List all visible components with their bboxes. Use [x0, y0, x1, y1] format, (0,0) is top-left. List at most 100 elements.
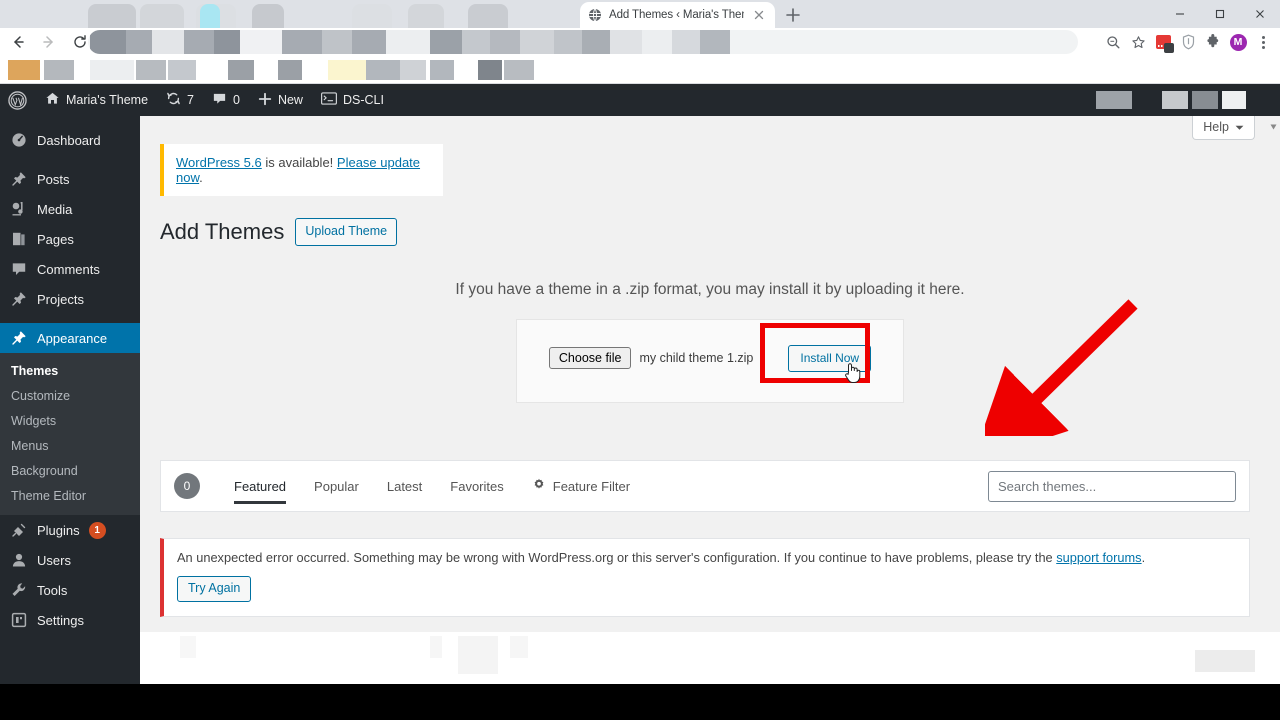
sidebar-item-appearance[interactable]: Appearance — [0, 323, 140, 353]
bottom-black-bar — [0, 684, 1280, 720]
redacted-bookmark-3[interactable] — [90, 60, 134, 80]
redacted-tab-1[interactable] — [88, 4, 136, 28]
redacted-bookmark-7[interactable] — [278, 60, 302, 80]
admin-bar-new[interactable]: New — [249, 84, 312, 116]
close-icon[interactable] — [751, 7, 767, 23]
admin-bar-site-name[interactable]: Maria's Theme — [36, 84, 157, 116]
wordpress-logo-icon[interactable] — [0, 84, 36, 116]
redacted-bookmark-8[interactable] — [328, 60, 366, 80]
sidebar-item-comments[interactable]: Comments — [0, 254, 140, 284]
scrollbar-thumb[interactable] — [1270, 118, 1277, 130]
sidebar-item-users[interactable]: Users — [0, 545, 140, 575]
sidebar-item-media[interactable]: Media — [0, 194, 140, 224]
minimize-icon[interactable] — [1160, 0, 1200, 28]
redacted-adminbar-5[interactable] — [1222, 91, 1246, 109]
dscli-label: DS-CLI — [342, 93, 384, 107]
redacted-bookmark-5[interactable] — [168, 60, 196, 80]
redacted-bookmark-11[interactable] — [430, 60, 454, 80]
sidebar-item-settings[interactable]: Settings — [0, 605, 140, 635]
submenu-item-themes[interactable]: Themes — [0, 358, 140, 383]
redacted-bookmark-10[interactable] — [400, 60, 426, 80]
redacted-tab-4[interactable] — [252, 4, 284, 28]
browser-tab-active[interactable]: Add Themes ‹ Maria's Theme — — [580, 2, 775, 28]
puzzle-extensions-icon[interactable] — [1202, 31, 1224, 53]
tab-latest[interactable]: Latest — [373, 460, 436, 512]
submenu-item-label: Customize — [11, 388, 71, 403]
redacted-bookmark-13[interactable] — [504, 60, 534, 80]
sidebar-item-projects[interactable]: Projects — [0, 284, 140, 314]
submenu-item-menus[interactable]: Menus — [0, 433, 140, 458]
tab-favorites[interactable]: Favorites — [436, 460, 517, 512]
search-themes-input[interactable] — [988, 471, 1236, 502]
pin-icon — [10, 291, 28, 307]
admin-bar-dscli[interactable]: DS-CLI — [312, 84, 393, 116]
submenu-item-theme-editor[interactable]: Theme Editor — [0, 483, 140, 508]
redacted-adminbar-3[interactable] — [1162, 91, 1188, 109]
settings-icon — [10, 612, 28, 628]
zoom-icon[interactable] — [1102, 31, 1124, 53]
new-tab-button[interactable] — [782, 4, 804, 26]
try-again-button[interactable]: Try Again — [177, 576, 252, 602]
submenu-item-background[interactable]: Background — [0, 458, 140, 483]
redacted-tab-2[interactable] — [140, 4, 184, 28]
submenu-item-widgets[interactable]: Widgets — [0, 408, 140, 433]
redacted-bookmark-6[interactable] — [228, 60, 254, 80]
redacted-bookmark-12[interactable] — [478, 60, 502, 80]
redacted-adminbar-1[interactable] — [1096, 91, 1132, 109]
page-header: Add Themes Upload Theme — [160, 218, 1280, 246]
sidebar-item-dashboard[interactable]: Dashboard — [0, 125, 140, 155]
redacted-bookmark-9[interactable] — [366, 60, 400, 80]
wp-sidebar-menu: Dashboard Posts Media Pages Comments Pro… — [0, 116, 140, 684]
theme-filter-bar: 0 Featured Popular Latest Favorites Feat… — [160, 460, 1250, 512]
redacted-footer-3 — [458, 636, 498, 674]
support-forums-link[interactable]: support forums — [1056, 550, 1141, 565]
sidebar-item-tools[interactable]: Tools — [0, 575, 140, 605]
sidebar-item-pages[interactable]: Pages — [0, 224, 140, 254]
back-arrow-icon[interactable] — [5, 29, 31, 55]
redacted-footer-2 — [430, 636, 442, 658]
maximize-icon[interactable] — [1200, 0, 1240, 28]
redacted-bookmark-4[interactable] — [136, 60, 166, 80]
choose-file-button[interactable]: Choose file — [548, 347, 632, 370]
extension-red-icon[interactable] — [1152, 31, 1174, 53]
error-suffix: . — [1141, 550, 1146, 565]
admin-bar-updates[interactable]: 7 — [157, 84, 203, 116]
submenu-item-label: Background — [11, 463, 78, 478]
site-name-label: Maria's Theme — [66, 93, 149, 107]
redacted-bookmark-1[interactable] — [8, 60, 40, 80]
tab-featured[interactable]: Featured — [220, 460, 300, 512]
file-input-row[interactable]: Choose file my child theme 1.zip — [548, 347, 753, 370]
redacted-tab-8[interactable] — [200, 4, 220, 28]
upload-theme-button[interactable]: Upload Theme — [295, 218, 398, 246]
profile-avatar[interactable]: M — [1227, 31, 1249, 53]
tab-label: Popular — [314, 478, 359, 494]
redacted-tab-6[interactable] — [408, 4, 444, 28]
tab-feature-filter[interactable]: Feature Filter — [518, 460, 644, 512]
redacted-bookmark-2[interactable] — [44, 60, 74, 80]
redacted-footer-4 — [510, 636, 528, 658]
redacted-tab-7[interactable] — [468, 4, 508, 28]
install-now-button[interactable]: Install Now — [788, 344, 872, 372]
kebab-menu-icon[interactable] — [1252, 31, 1274, 53]
submenu-item-customize[interactable]: Customize — [0, 383, 140, 408]
admin-bar-comments[interactable]: 0 — [203, 84, 249, 116]
help-tab-label: Help — [1203, 120, 1229, 134]
close-icon[interactable] — [1240, 0, 1280, 28]
plugins-update-badge: 1 — [88, 521, 106, 539]
tab-popular[interactable]: Popular — [300, 460, 373, 512]
shield-extension-icon[interactable] — [1177, 31, 1199, 53]
help-tab[interactable]: Help — [1192, 116, 1255, 140]
redacted-tab-5[interactable] — [352, 4, 392, 28]
comment-icon — [10, 261, 28, 277]
wordpress-version-link[interactable]: WordPress 5.6 — [176, 155, 262, 170]
update-nag-end: . — [199, 170, 203, 185]
address-bar[interactable] — [88, 30, 1078, 54]
sidebar-item-label: Tools — [37, 582, 68, 598]
bookmark-star-icon[interactable] — [1127, 31, 1149, 53]
redacted-adminbar-4[interactable] — [1192, 91, 1218, 109]
sidebar-item-posts[interactable]: Posts — [0, 164, 140, 194]
bookmarks-bar — [0, 56, 1280, 84]
error-notice-text: An unexpected error occurred. Something … — [177, 550, 1236, 565]
browser-toolbar-icons: M — [1102, 28, 1274, 56]
sidebar-item-plugins[interactable]: Plugins 1 — [0, 515, 140, 545]
